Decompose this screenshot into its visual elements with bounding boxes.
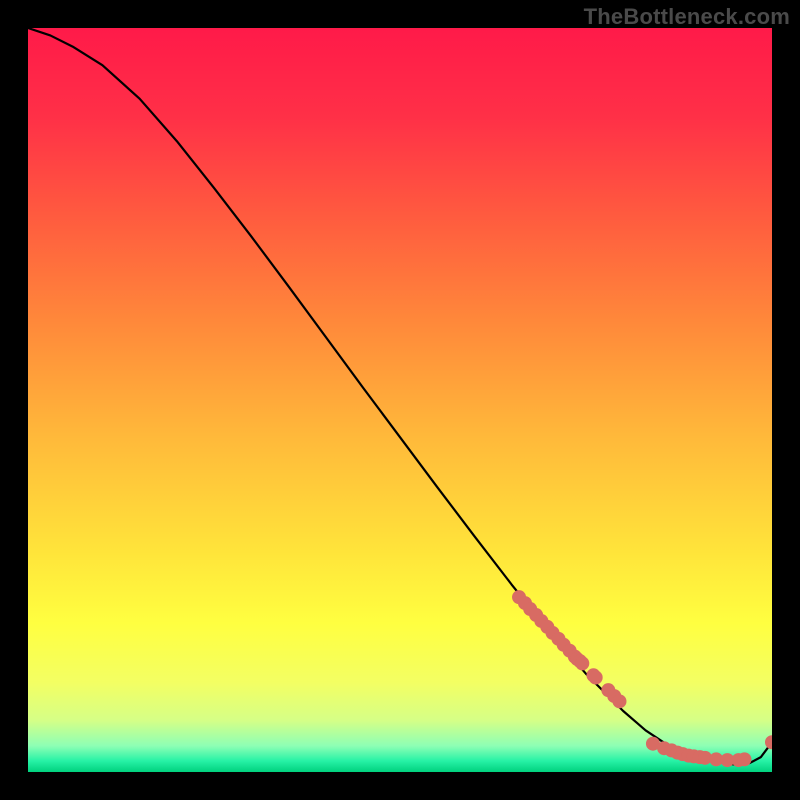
watermark-text: TheBottleneck.com [584, 4, 790, 30]
chart-stage: TheBottleneck.com [0, 0, 800, 800]
plot-area [28, 28, 772, 772]
data-point [737, 752, 751, 766]
gradient-background [28, 28, 772, 772]
chart-svg [28, 28, 772, 772]
data-point [612, 694, 626, 708]
data-point [575, 656, 589, 670]
data-point [589, 671, 603, 685]
